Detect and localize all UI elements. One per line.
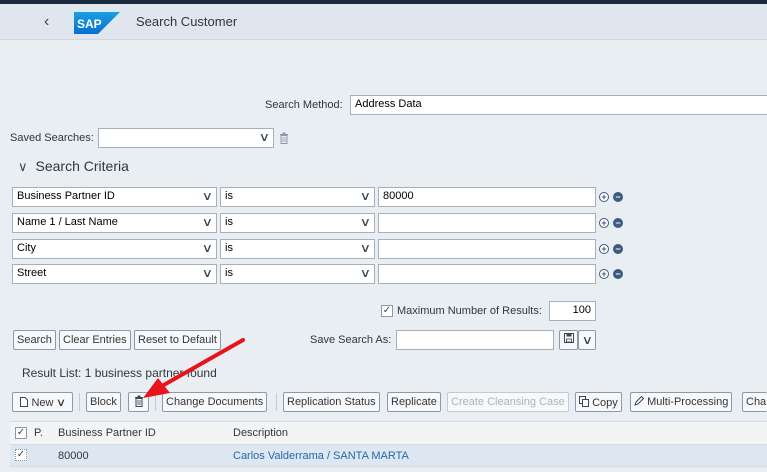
replication-status-button[interactable]: Replication Status	[283, 392, 380, 412]
clear-entries-button[interactable]: Clear Entries	[59, 330, 131, 350]
save-options-dropdown[interactable]: ∨	[578, 330, 596, 350]
app-toolbar	[0, 41, 767, 81]
criteria-value-input[interactable]	[378, 213, 596, 233]
criteria-field-select[interactable]: Business Partner ID ∨	[12, 187, 217, 207]
column-header-description[interactable]: Description	[233, 427, 288, 439]
delete-button[interactable]	[128, 392, 149, 412]
toolbar-divider	[155, 393, 156, 411]
add-row-icon[interactable]: +	[599, 218, 609, 228]
overflow-button[interactable]: Cha	[742, 392, 767, 412]
add-row-icon[interactable]: +	[599, 269, 609, 279]
chevron-down-icon: ∨	[201, 215, 214, 229]
table-row[interactable]: ✓ 80000 Carlos Valderrama / SANTA MARTA	[10, 445, 767, 467]
criteria-field-select[interactable]: City ∨	[12, 239, 217, 259]
new-button[interactable]: New ∨	[12, 392, 73, 412]
chevron-down-icon: ∨	[201, 189, 214, 203]
bp-id-cell: 80000	[58, 450, 89, 462]
new-document-icon	[20, 396, 29, 407]
chevron-down-icon: ∨	[359, 215, 372, 229]
row-select-checkbox[interactable]: ✓	[15, 449, 27, 461]
criteria-value-input[interactable]	[378, 239, 596, 259]
column-header-bp-id[interactable]: Business Partner ID	[58, 427, 156, 439]
chevron-down-icon: ∨	[258, 130, 271, 144]
criteria-field-select[interactable]: Name 1 / Last Name ∨	[12, 213, 217, 233]
saved-searches-label: Saved Searches:	[10, 132, 94, 144]
save-search-as-label: Save Search As:	[310, 334, 392, 346]
trash-icon	[134, 395, 143, 407]
back-icon[interactable]: ‹	[44, 13, 49, 31]
criteria-operator-select[interactable]: is ∨	[220, 187, 375, 207]
max-results-label: Maximum Number of Results:	[397, 305, 542, 317]
criteria-operator-select[interactable]: is ∨	[220, 213, 375, 233]
delete-saved-search-icon[interactable]	[279, 132, 289, 144]
add-row-icon[interactable]: +	[599, 192, 609, 202]
toolbar-divider	[276, 393, 277, 411]
max-results-input[interactable]: 100	[549, 301, 596, 321]
search-method-label: Search Method:	[265, 99, 343, 111]
criteria-operator-select[interactable]: is ∨	[220, 264, 375, 284]
chevron-down-icon: ∨	[201, 266, 214, 280]
search-button[interactable]: Search	[13, 330, 56, 350]
remove-row-icon[interactable]: −	[613, 244, 623, 254]
pencil-icon	[634, 395, 645, 406]
remove-row-icon[interactable]: −	[613, 192, 623, 202]
chevron-down-icon: ∨	[359, 189, 372, 203]
chevron-down-icon: ∨	[55, 396, 66, 409]
saved-searches-select[interactable]: ∨	[98, 128, 274, 148]
select-all-checkbox[interactable]: ✓	[15, 427, 27, 439]
replicate-button[interactable]: Replicate	[387, 392, 441, 412]
chevron-down-icon: ∨	[359, 241, 372, 255]
criteria-value-input[interactable]: 80000	[378, 187, 596, 207]
svg-text:SAP: SAP	[77, 17, 102, 31]
chevron-down-icon: ∨	[201, 241, 214, 255]
chevron-down-icon[interactable]: ∨	[18, 159, 28, 175]
max-results-checkbox[interactable]: ✓	[381, 305, 393, 317]
multi-processing-button[interactable]: Multi-Processing	[630, 392, 733, 412]
save-search-as-input[interactable]	[396, 330, 554, 350]
result-list-title: Result List: 1 business partner found	[22, 366, 217, 380]
sap-logo[interactable]: SAP	[74, 12, 120, 34]
search-criteria-header[interactable]: ∨ Search Criteria	[18, 158, 129, 175]
remove-row-icon[interactable]: −	[613, 269, 623, 279]
remove-row-icon[interactable]: −	[613, 218, 623, 228]
table-header: ✓ P. Business Partner ID Description	[10, 421, 767, 445]
block-button[interactable]: Block	[86, 392, 121, 412]
description-link[interactable]: Carlos Valderrama / SANTA MARTA	[233, 450, 409, 462]
add-row-icon[interactable]: +	[599, 244, 609, 254]
column-header-p[interactable]: P.	[34, 427, 43, 439]
save-icon[interactable]	[559, 330, 578, 350]
create-cleansing-case-button[interactable]: Create Cleansing Case	[447, 392, 569, 412]
reset-to-default-button[interactable]: Reset to Default	[134, 330, 221, 350]
change-documents-button[interactable]: Change Documents	[162, 392, 268, 412]
criteria-field-select[interactable]: Street ∨	[12, 264, 217, 284]
shell-bar: ‹ SAP Search Customer	[0, 4, 767, 40]
app-title: Search Customer	[136, 14, 238, 29]
criteria-operator-select[interactable]: is ∨	[220, 239, 375, 259]
toolbar-divider	[79, 393, 80, 411]
copy-icon	[579, 395, 589, 407]
copy-button[interactable]: Copy	[575, 392, 622, 412]
chevron-down-icon: ∨	[359, 266, 372, 280]
criteria-value-input[interactable]	[378, 264, 596, 284]
chevron-down-icon: ∨	[581, 333, 593, 347]
search-method-field[interactable]: Address Data	[350, 95, 767, 115]
